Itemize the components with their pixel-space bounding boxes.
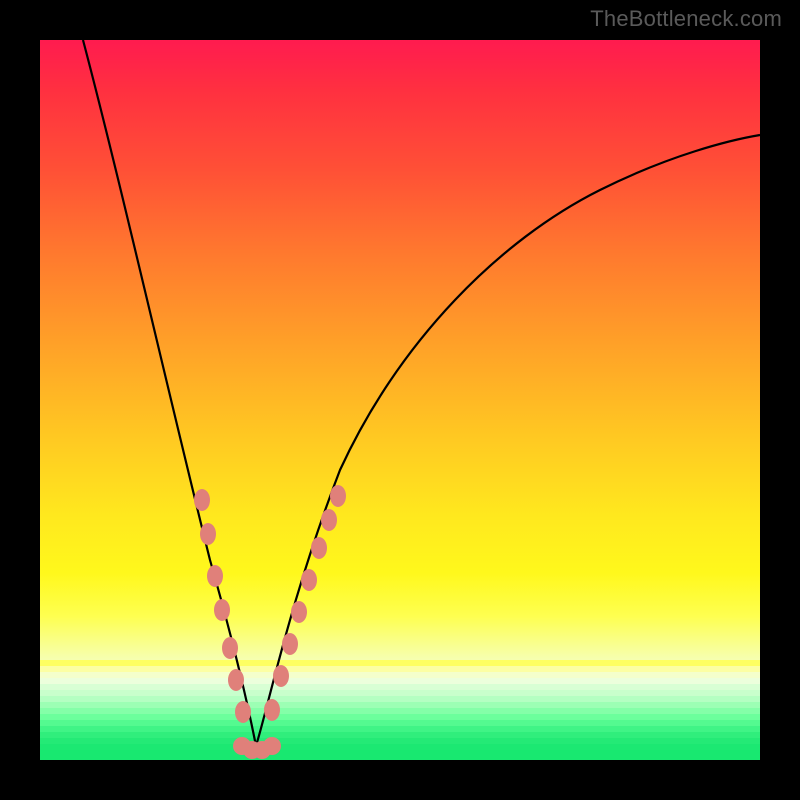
dot — [330, 485, 346, 507]
dot — [228, 669, 244, 691]
dot — [282, 633, 298, 655]
dot — [264, 699, 280, 721]
curve-right — [256, 135, 760, 746]
chart-container: TheBottleneck.com — [0, 0, 800, 800]
dot — [207, 565, 223, 587]
dot — [222, 637, 238, 659]
dot — [311, 537, 327, 559]
dot — [194, 489, 210, 511]
dots-right-group — [264, 485, 346, 721]
dot — [235, 701, 251, 723]
dot — [301, 569, 317, 591]
dot — [200, 523, 216, 545]
plot-area — [40, 40, 760, 760]
watermark-text: TheBottleneck.com — [590, 6, 782, 32]
chart-svg — [40, 40, 760, 760]
dot — [214, 599, 230, 621]
dot — [321, 509, 337, 531]
dot — [291, 601, 307, 623]
dot — [273, 665, 289, 687]
dot — [263, 737, 281, 755]
